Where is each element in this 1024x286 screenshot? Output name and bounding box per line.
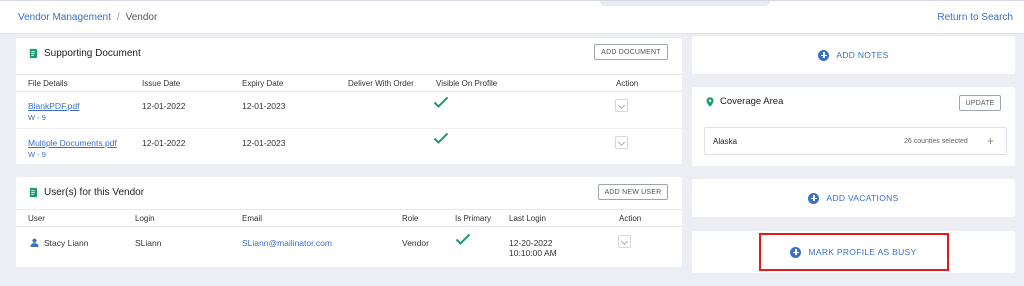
col-visible-on-profile: Visible On Profile bbox=[436, 79, 498, 88]
expiry-date: 12-01-2023 bbox=[242, 101, 286, 111]
plus-circle-icon bbox=[808, 192, 820, 204]
col-expiry-date: Expiry Date bbox=[242, 79, 284, 88]
breadcrumb-vendor-management[interactable]: Vendor Management bbox=[18, 12, 111, 23]
row-action-dropdown[interactable] bbox=[618, 235, 631, 248]
user-icon bbox=[30, 238, 39, 247]
row-divider bbox=[16, 128, 682, 129]
highlight-box bbox=[759, 233, 949, 271]
coverage-area-title: Coverage Area bbox=[720, 96, 784, 107]
col-email: Email bbox=[242, 214, 263, 223]
users-table-header: User Login Email Role Is Primary Last Lo… bbox=[16, 209, 682, 227]
vendor-users-header: User(s) for this Vendor bbox=[28, 177, 144, 207]
add-vacations-card: ADD VACATIONS bbox=[692, 179, 1015, 217]
check-icon bbox=[455, 233, 471, 245]
coverage-state-name: Alaska bbox=[713, 137, 738, 146]
breadcrumb-current: Vendor bbox=[125, 12, 158, 23]
col-role: Role bbox=[402, 214, 419, 223]
documents-table-header: File Details Issue Date Expiry Date Deli… bbox=[16, 74, 682, 92]
file-type: W - 9 bbox=[28, 113, 46, 122]
document-icon bbox=[29, 187, 38, 197]
vendor-users-panel: User(s) for this Vendor ADD NEW USER Use… bbox=[16, 177, 682, 267]
add-notes-button[interactable]: ADD NOTES bbox=[692, 36, 1015, 74]
col-action: Action bbox=[619, 214, 642, 223]
check-icon bbox=[433, 132, 449, 144]
user-email-link[interactable]: SLiann@mailinator.com bbox=[242, 238, 332, 248]
supporting-document-panel: Supporting Document ADD DOCUMENT File De… bbox=[16, 38, 682, 164]
supporting-document-header: Supporting Document bbox=[28, 38, 141, 68]
file-link[interactable]: Multiple Documents.pdf bbox=[28, 138, 117, 148]
last-login-time: 10:10:00 AM bbox=[509, 248, 557, 258]
add-vacations-button[interactable]: ADD VACATIONS bbox=[692, 179, 1015, 217]
coverage-counties: 26 counties selected bbox=[904, 138, 968, 145]
col-action: Action bbox=[616, 79, 639, 88]
issue-date: 12-01-2022 bbox=[142, 138, 186, 148]
file-type: W - 9 bbox=[28, 150, 46, 159]
add-notes-card: ADD NOTES bbox=[692, 36, 1015, 74]
add-new-user-button[interactable]: ADD NEW USER bbox=[598, 184, 668, 200]
col-login: Login bbox=[135, 214, 155, 223]
col-last-login: Last Login bbox=[509, 214, 546, 223]
breadcrumb-separator: / bbox=[116, 12, 120, 23]
col-deliver-with-order: Deliver With Order bbox=[348, 79, 414, 88]
col-issue-date: Issue Date bbox=[142, 79, 181, 88]
expiry-date: 12-01-2023 bbox=[242, 138, 286, 148]
issue-date: 12-01-2022 bbox=[142, 101, 186, 111]
expand-plus-icon[interactable]: + bbox=[987, 134, 994, 148]
add-vacations-label: ADD VACATIONS bbox=[826, 193, 899, 203]
user-name: Stacy Liann bbox=[44, 238, 89, 248]
plus-circle-icon bbox=[818, 49, 830, 61]
row-action-dropdown[interactable] bbox=[615, 136, 628, 149]
breadcrumb: Vendor Management / Vendor bbox=[18, 12, 157, 23]
file-link[interactable]: BlankPDF.pdf bbox=[28, 101, 80, 111]
top-bar: Vendor Management / Vendor Return to Searc… bbox=[0, 0, 1024, 34]
row-action-dropdown[interactable] bbox=[615, 99, 628, 112]
update-coverage-button[interactable]: UPDATE bbox=[959, 95, 1001, 111]
add-notes-label: ADD NOTES bbox=[836, 50, 889, 60]
col-is-primary: Is Primary bbox=[455, 214, 491, 223]
user-login: SLiann bbox=[135, 238, 162, 248]
add-document-button[interactable]: ADD DOCUMENT bbox=[594, 44, 668, 60]
document-icon bbox=[29, 48, 38, 58]
col-file-details: File Details bbox=[28, 79, 68, 88]
coverage-area-header: Coverage Area bbox=[706, 96, 783, 107]
return-to-search-link[interactable]: Return to Search bbox=[937, 12, 1013, 23]
vendor-users-title: User(s) for this Vendor bbox=[44, 186, 145, 198]
coverage-state-row[interactable]: Alaska 26 counties selected + bbox=[704, 127, 1007, 155]
supporting-document-title: Supporting Document bbox=[44, 47, 141, 59]
user-role: Vendor bbox=[402, 238, 429, 248]
check-icon bbox=[433, 96, 449, 108]
coverage-area-panel: Coverage Area UPDATE Alaska 26 counties … bbox=[692, 87, 1015, 166]
header-shadow bbox=[600, 1, 770, 6]
last-login-date: 12-20-2022 bbox=[509, 238, 553, 248]
location-pin-icon bbox=[706, 96, 714, 107]
col-user: User bbox=[28, 214, 45, 223]
